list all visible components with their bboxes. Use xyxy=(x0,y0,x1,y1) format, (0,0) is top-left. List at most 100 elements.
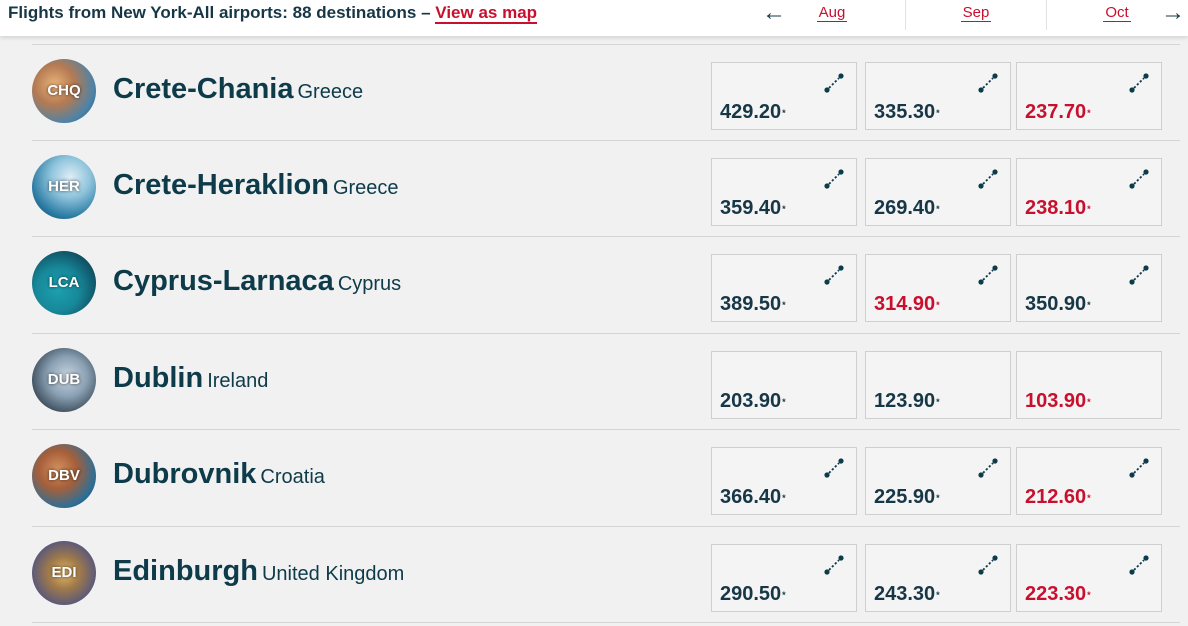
price-value: 290.50* xyxy=(720,583,786,606)
country-name: Cyprus xyxy=(337,273,402,295)
price-value: 429.20* xyxy=(720,101,786,124)
destination-row[interactable]: DBV Dubrovnik Croatia 366.40* 225.90* 212.60* xyxy=(32,429,1180,526)
price-marker: * xyxy=(936,396,940,407)
price-marker: * xyxy=(782,589,786,600)
connection-icon xyxy=(978,73,998,93)
month-tab-aug[interactable]: Aug xyxy=(762,4,902,22)
price-marker: * xyxy=(1087,299,1091,310)
price-cell[interactable]: 212.60* xyxy=(1016,447,1162,515)
destination-thumbnail[interactable]: CHQ xyxy=(32,59,96,123)
price-value: 212.60* xyxy=(1025,486,1091,509)
city-name[interactable]: Dubrovnik xyxy=(113,458,256,490)
city-name[interactable]: Crete-Chania xyxy=(113,73,294,105)
destination-thumbnail[interactable]: DBV xyxy=(32,444,96,508)
airport-code: DBV xyxy=(48,467,80,484)
destination-thumbnail[interactable]: LCA xyxy=(32,251,96,315)
destination-thumbnail[interactable]: DUB xyxy=(32,348,96,412)
price-marker: * xyxy=(1087,203,1091,214)
price-amount: 123.90 xyxy=(874,390,936,412)
price-amount: 212.60 xyxy=(1025,486,1087,508)
airport-code: DUB xyxy=(47,371,81,388)
destination-name[interactable]: Dublin Ireland xyxy=(113,362,268,395)
price-amount: 223.30 xyxy=(1025,583,1087,605)
price-marker: * xyxy=(782,396,786,407)
destination-name[interactable]: Cyprus-Larnaca Cyprus xyxy=(113,265,401,298)
price-marker: * xyxy=(782,203,786,214)
price-value: 223.30* xyxy=(1025,583,1091,606)
price-cell[interactable]: 225.90* xyxy=(865,447,1011,515)
destination-row[interactable]: CHQ Crete-Chania Greece 429.20* 335.30* 237.7… xyxy=(32,44,1180,141)
arrow-right-icon[interactable]: → xyxy=(1161,1,1185,26)
month-label[interactable]: Aug xyxy=(816,4,848,22)
price-cell[interactable]: 223.30* xyxy=(1016,544,1162,612)
price-amount: 237.70 xyxy=(1025,101,1087,123)
price-cell[interactable]: 350.90* xyxy=(1016,254,1162,322)
connection-icon xyxy=(824,555,844,575)
connection-icon xyxy=(1129,265,1149,285)
price-cell[interactable]: 314.90* xyxy=(865,254,1011,322)
month-label[interactable]: Oct xyxy=(1103,4,1131,22)
price-cell[interactable]: 238.10* xyxy=(1016,158,1162,226)
connection-icon xyxy=(1129,73,1149,93)
price-value: 237.70* xyxy=(1025,101,1091,124)
list-divider xyxy=(32,622,1180,623)
city-name[interactable]: Dublin xyxy=(113,362,203,394)
price-amount: 225.90 xyxy=(874,486,936,508)
destination-row[interactable]: HER Crete-Heraklion Greece 359.40* 269.40* 23… xyxy=(32,140,1180,237)
destination-name[interactable]: Dubrovnik Croatia xyxy=(113,458,325,491)
destination-row[interactable]: DUB Dublin Ireland 203.90* 123.90* 103.90* xyxy=(32,333,1180,430)
destination-name[interactable]: Crete-Heraklion Greece xyxy=(113,169,399,202)
city-name[interactable]: Edinburgh xyxy=(113,555,258,587)
price-marker: * xyxy=(936,299,940,310)
destination-row[interactable]: LCA Cyprus-Larnaca Cyprus 389.50* 314.90* 350… xyxy=(32,236,1180,333)
price-cell[interactable]: 429.20* xyxy=(711,62,857,130)
city-name[interactable]: Crete-Heraklion xyxy=(113,169,329,201)
connection-icon xyxy=(978,555,998,575)
destination-row[interactable]: EDI Edinburgh United Kingdom 290.50* 243.30*… xyxy=(32,526,1180,623)
airport-code: HER xyxy=(48,178,80,195)
airport-code: EDI xyxy=(51,564,77,581)
price-amount: 429.20 xyxy=(720,101,782,123)
price-cell[interactable]: 203.90* xyxy=(711,351,857,419)
price-amount: 366.40 xyxy=(720,486,782,508)
price-amount: 203.90 xyxy=(720,390,782,412)
destination-thumbnail[interactable]: EDI xyxy=(32,541,96,605)
page-title-text: Flights from New York-All airports: 88 d… xyxy=(8,3,431,22)
price-cell[interactable]: 103.90* xyxy=(1016,351,1162,419)
price-amount: 314.90 xyxy=(874,293,936,315)
price-amount: 389.50 xyxy=(720,293,782,315)
price-cell[interactable]: 243.30* xyxy=(865,544,1011,612)
price-cell[interactable]: 389.50* xyxy=(711,254,857,322)
connection-icon xyxy=(1129,169,1149,189)
price-marker: * xyxy=(782,299,786,310)
month-tab-sep[interactable]: Sep xyxy=(906,4,1046,22)
price-cell[interactable]: 123.90* xyxy=(865,351,1011,419)
price-cell[interactable]: 237.70* xyxy=(1016,62,1162,130)
price-marker: * xyxy=(782,107,786,118)
price-amount: 335.30 xyxy=(874,101,936,123)
price-cell[interactable]: 359.40* xyxy=(711,158,857,226)
page-title: Flights from New York-All airports: 88 d… xyxy=(8,3,538,24)
price-value: 225.90* xyxy=(874,486,940,509)
airport-code: LCA xyxy=(48,274,80,291)
destination-thumbnail[interactable]: HER xyxy=(32,155,96,219)
price-cell[interactable]: 269.40* xyxy=(865,158,1011,226)
price-cell[interactable]: 290.50* xyxy=(711,544,857,612)
price-marker: * xyxy=(1087,396,1091,407)
connection-icon xyxy=(1129,555,1149,575)
price-value: 123.90* xyxy=(874,390,940,413)
price-value: 350.90* xyxy=(1025,293,1091,316)
price-value: 335.30* xyxy=(874,101,940,124)
price-cell[interactable]: 335.30* xyxy=(865,62,1011,130)
price-amount: 103.90 xyxy=(1025,390,1087,412)
price-amount: 359.40 xyxy=(720,197,782,219)
city-name[interactable]: Cyprus-Larnaca xyxy=(113,265,334,297)
connection-icon xyxy=(824,458,844,478)
month-label[interactable]: Sep xyxy=(960,4,992,22)
destination-name[interactable]: Crete-Chania Greece xyxy=(113,73,363,106)
price-cell[interactable]: 366.40* xyxy=(711,447,857,515)
destination-name[interactable]: Edinburgh United Kingdom xyxy=(113,555,404,588)
price-amount: 290.50 xyxy=(720,583,782,605)
price-amount: 269.40 xyxy=(874,197,936,219)
view-as-map-link[interactable]: View as map xyxy=(435,3,538,24)
